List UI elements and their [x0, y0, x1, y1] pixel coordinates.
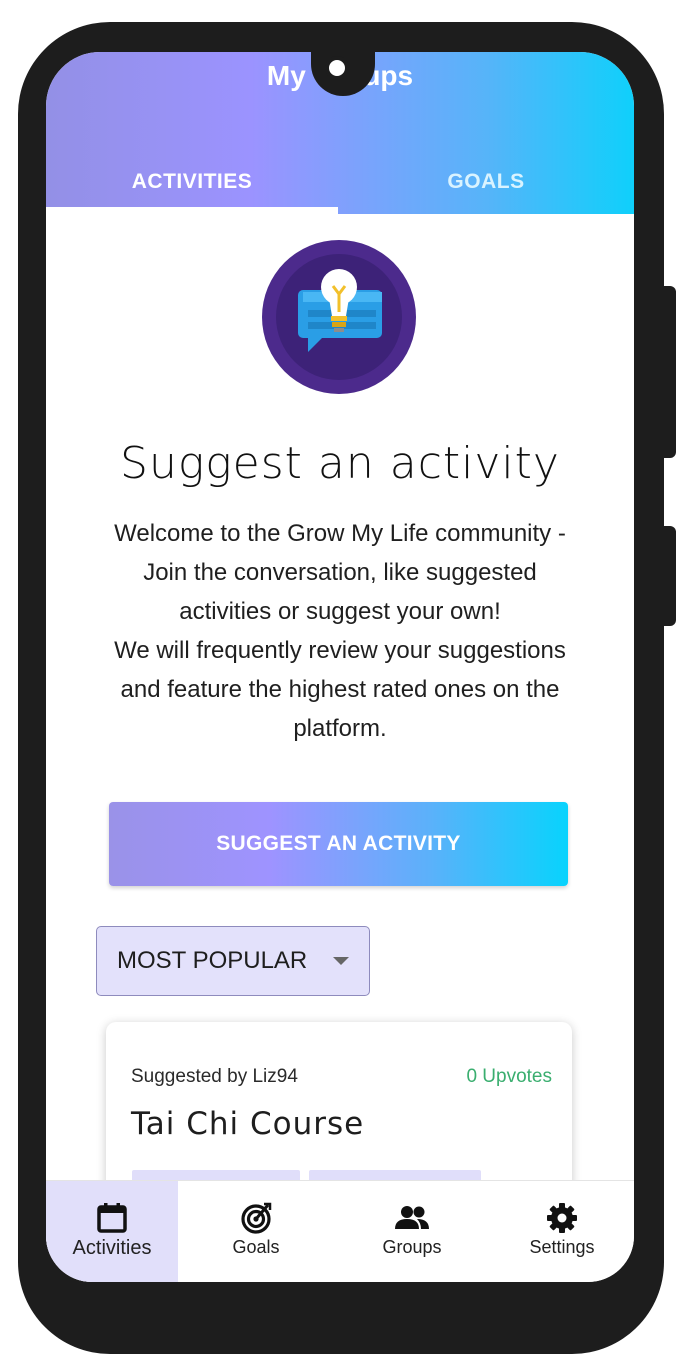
- front-camera: [325, 56, 349, 80]
- nav-item-activities[interactable]: Activities: [46, 1181, 178, 1282]
- target-icon: [241, 1202, 272, 1234]
- card-author: Suggested by Liz94: [131, 1066, 298, 1087]
- intro-text: Welcome to the Grow My Life community - …: [74, 514, 606, 748]
- nav-item-settings[interactable]: Settings: [490, 1181, 634, 1282]
- nav-item-goals[interactable]: Goals: [178, 1181, 334, 1282]
- sort-dropdown[interactable]: MOST POPULAR: [96, 926, 370, 996]
- section-heading: Suggest an activity: [120, 438, 560, 489]
- intro-line: We will frequently review your suggestio…: [114, 637, 566, 664]
- nav-label: Goals: [232, 1237, 280, 1257]
- bottom-navigation: Activities Goals Groups Settings: [46, 1180, 634, 1282]
- app-screen: My Groups ACTIVITIES GOALS Suggest an ac…: [46, 52, 634, 1282]
- tab-goals[interactable]: GOALS: [338, 160, 634, 204]
- sort-selected-value: MOST POPULAR: [117, 947, 308, 974]
- calendar-icon: [97, 1203, 127, 1233]
- intro-line: Join the conversation, like suggested: [143, 559, 537, 586]
- nav-item-groups[interactable]: Groups: [334, 1181, 490, 1282]
- tab-activities[interactable]: ACTIVITIES: [46, 160, 338, 204]
- volume-button: [660, 286, 676, 458]
- caret-down-icon: [333, 957, 349, 965]
- intro-line: platform.: [293, 715, 387, 742]
- card-upvotes[interactable]: 0 Upvotes: [466, 1066, 552, 1088]
- suggest-activity-button[interactable]: SUGGEST AN ACTIVITY: [109, 802, 568, 886]
- intro-line: Welcome to the Grow My Life community -: [114, 520, 566, 547]
- lightbulb-chat-icon: [262, 240, 416, 394]
- tab-indicator: [46, 207, 338, 214]
- nav-label: Activities: [72, 1237, 152, 1259]
- nav-label: Settings: [529, 1237, 595, 1257]
- gear-icon: [547, 1203, 577, 1233]
- power-button: [660, 526, 676, 626]
- card-title: Tai Chi Course: [131, 1106, 365, 1142]
- intro-line: and feature the highest rated ones on th…: [120, 676, 560, 703]
- nav-label: Groups: [382, 1237, 442, 1257]
- people-icon: [395, 1206, 429, 1229]
- intro-line: activities or suggest your own!: [179, 598, 501, 625]
